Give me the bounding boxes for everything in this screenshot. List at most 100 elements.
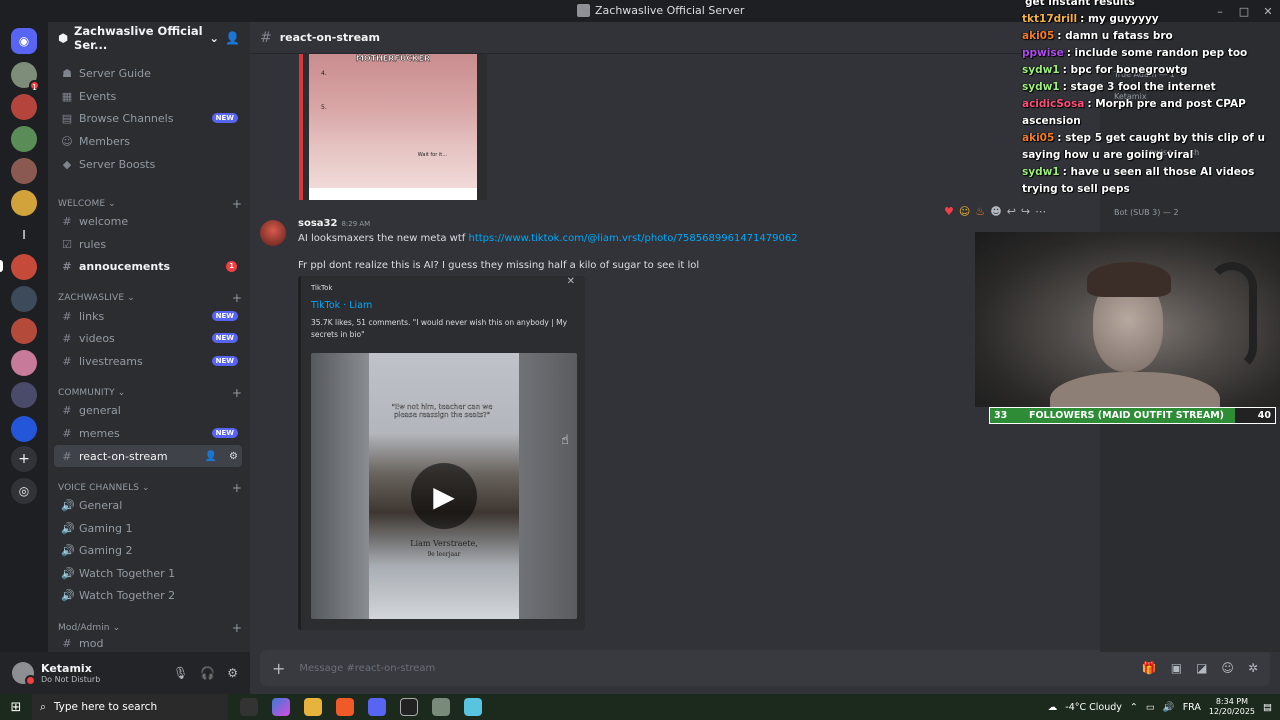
discover-icon[interactable]: ◎ <box>11 478 37 504</box>
app-icon[interactable] <box>432 698 450 716</box>
channel-rules[interactable]: ☑ rules <box>54 233 242 255</box>
task-view-icon[interactable] <box>240 698 258 716</box>
server-icon-11[interactable] <box>11 382 37 408</box>
channel-label: rules <box>79 237 107 251</box>
channel-videos[interactable]: # videos NEW <box>54 327 242 349</box>
sidebar-item-events[interactable]: ▦ Events <box>54 85 242 107</box>
gif-icon[interactable]: ▣ <box>1171 661 1182 675</box>
tray-overflow-icon[interactable]: ⌃ <box>1130 702 1138 713</box>
forward-icon[interactable]: ↪ <box>1021 205 1030 218</box>
category-voice-channels[interactable]: VOICE CHANNELS ⌄ + <box>58 481 242 495</box>
channel-memes[interactable]: # memes NEW <box>54 422 242 444</box>
close-icon[interactable]: ✕ <box>567 276 575 287</box>
gift-icon[interactable]: 🎁 <box>1142 661 1157 675</box>
add-reaction-icon[interactable]: ☻ <box>990 205 1001 218</box>
avatar[interactable] <box>260 220 286 246</box>
invite-icon[interactable]: 👤 <box>205 451 217 462</box>
server-icon-9[interactable] <box>11 318 37 344</box>
server-icon-5[interactable] <box>11 190 37 216</box>
person-add-icon[interactable]: 👤 <box>225 31 240 45</box>
embed-title[interactable]: TikTok · Liam <box>311 300 575 311</box>
play-icon[interactable]: ▶ <box>411 463 477 529</box>
channel-welcome[interactable]: # welcome <box>54 210 242 232</box>
taskbar-search[interactable]: ⌕ Type here to search <box>32 694 228 720</box>
voice-channel-general[interactable]: 🔊 General <box>54 494 242 516</box>
attach-plus-icon[interactable]: + <box>272 659 285 678</box>
language-indicator[interactable]: FRA <box>1183 702 1201 713</box>
channel-annoucements[interactable]: # annoucements 1 <box>54 255 242 277</box>
sidebar-item-server-guide[interactable]: ☗ Server Guide <box>54 62 242 84</box>
weather-icon[interactable]: ☁ <box>1048 702 1058 713</box>
category-welcome[interactable]: WELCOME ⌄ + <box>58 197 242 211</box>
server-icon-2[interactable] <box>11 94 37 120</box>
file-explorer-icon[interactable] <box>304 698 322 716</box>
sticker-icon[interactable]: ◪ <box>1196 661 1207 675</box>
server-icon-3[interactable] <box>11 126 37 152</box>
discord-icon[interactable] <box>368 698 386 716</box>
heart-reaction-icon[interactable]: ♥ <box>944 205 954 218</box>
channel-general[interactable]: # general <box>54 399 242 421</box>
voice-channel-gaming-1[interactable]: 🔊 Gaming 1 <box>54 517 242 539</box>
speaker-icon: 🔊 <box>61 498 75 512</box>
add-channel-icon[interactable]: + <box>232 481 242 495</box>
sidebar-item-members[interactable]: ☺ Members <box>54 130 242 152</box>
server-icon-12[interactable] <box>11 416 37 442</box>
voice-channel-watch-together-1[interactable]: 🔊 Watch Together 1 <box>54 562 242 584</box>
server-icon-7[interactable] <box>11 254 37 280</box>
add-server-icon[interactable]: + <box>11 446 37 472</box>
discord-home-icon[interactable]: ◉ <box>11 28 37 54</box>
category-mod-admin[interactable]: Mod/Admin ⌄ + <box>58 621 242 635</box>
reply-icon[interactable]: ↩ <box>1007 205 1016 218</box>
obs-icon[interactable] <box>400 698 418 716</box>
cat-reaction-icon[interactable]: ☺ <box>959 205 970 218</box>
server-icon-8[interactable] <box>11 286 37 312</box>
category-community[interactable]: COMMUNITY ⌄ + <box>58 386 242 400</box>
new-badge: NEW <box>211 428 238 438</box>
add-channel-icon[interactable]: + <box>232 197 242 211</box>
channel-mod[interactable]: # mod <box>54 634 242 652</box>
weather-text[interactable]: -4°C Cloudy <box>1065 702 1122 713</box>
apps-icon[interactable]: ✲ <box>1248 661 1258 675</box>
network-icon[interactable]: ▭ <box>1146 702 1155 713</box>
headphones-icon[interactable]: 🎧 <box>200 666 215 680</box>
channel-react-on-stream[interactable]: # react-on-stream 👤 ⚙ <box>54 445 242 467</box>
attachment-image[interactable]: MOTHERFUCKER 4. 5. Wait for it... <box>309 54 477 188</box>
windows-start-icon[interactable]: ⊞ <box>0 694 32 720</box>
volume-icon[interactable]: 🔊 <box>1163 702 1175 713</box>
channel-label: welcome <box>79 214 129 228</box>
voice-channel-gaming-2[interactable]: 🔊 Gaming 2 <box>54 539 242 561</box>
channel-livestreams[interactable]: # livestreams NEW <box>54 350 242 372</box>
previous-image-attachment[interactable]: MOTHERFUCKER 4. 5. Wait for it... <box>299 54 487 200</box>
embed-video[interactable]: "Ew not him, teacher can we please reass… <box>311 353 577 619</box>
notepad-icon[interactable] <box>464 698 482 716</box>
sidebar-item-server-boosts[interactable]: ◆ Server Boosts <box>54 153 242 175</box>
server-icon-1[interactable]: 1 <box>11 62 40 92</box>
channel-links[interactable]: # links NEW <box>54 305 242 327</box>
add-channel-icon[interactable]: + <box>232 621 242 635</box>
fire-reaction-icon[interactable]: ♨ <box>975 205 985 218</box>
copilot-icon[interactable] <box>272 698 290 716</box>
notification-icon[interactable]: ▤ <box>1263 702 1272 713</box>
avatar[interactable] <box>12 662 36 686</box>
voice-channel-watch-together-2[interactable]: 🔊 Watch Together 2 <box>54 584 242 606</box>
gear-icon[interactable]: ⚙ <box>227 666 238 680</box>
server-icon-10[interactable] <box>11 350 37 376</box>
category-zachwaslive[interactable]: ZACHWASLIVE ⌄ + <box>58 291 242 305</box>
emoji-icon[interactable]: ☺ <box>1221 661 1234 675</box>
message-text-2: Fr ppl dont realize this is AI? I guess … <box>298 260 700 271</box>
add-channel-icon[interactable]: + <box>232 291 242 305</box>
microphone-icon[interactable]: 🎙 <box>173 666 188 680</box>
message-author[interactable]: sosa32 <box>298 218 337 229</box>
taskbar-clock[interactable]: 8:34 PM 12/20/2025 <box>1209 697 1255 717</box>
message-link[interactable]: https://www.tiktok.com/@liam.vrst/photo/… <box>468 233 797 244</box>
server-icon-6[interactable]: I <box>11 222 37 248</box>
gear-icon[interactable]: ⚙ <box>229 451 238 462</box>
sidebar-item-browse-channels[interactable]: ▤ Browse Channels NEW <box>54 107 242 129</box>
server-icon-4[interactable] <box>11 158 37 184</box>
channel-label: Watch Together 1 <box>79 566 176 580</box>
message-input[interactable] <box>299 662 1128 674</box>
add-channel-icon[interactable]: + <box>232 386 242 400</box>
server-header[interactable]: ⬢ Zachwaslive Official Ser... ⌄ 👤 <box>48 22 250 54</box>
more-icon[interactable]: ⋯ <box>1035 205 1046 218</box>
brave-icon[interactable] <box>336 698 354 716</box>
